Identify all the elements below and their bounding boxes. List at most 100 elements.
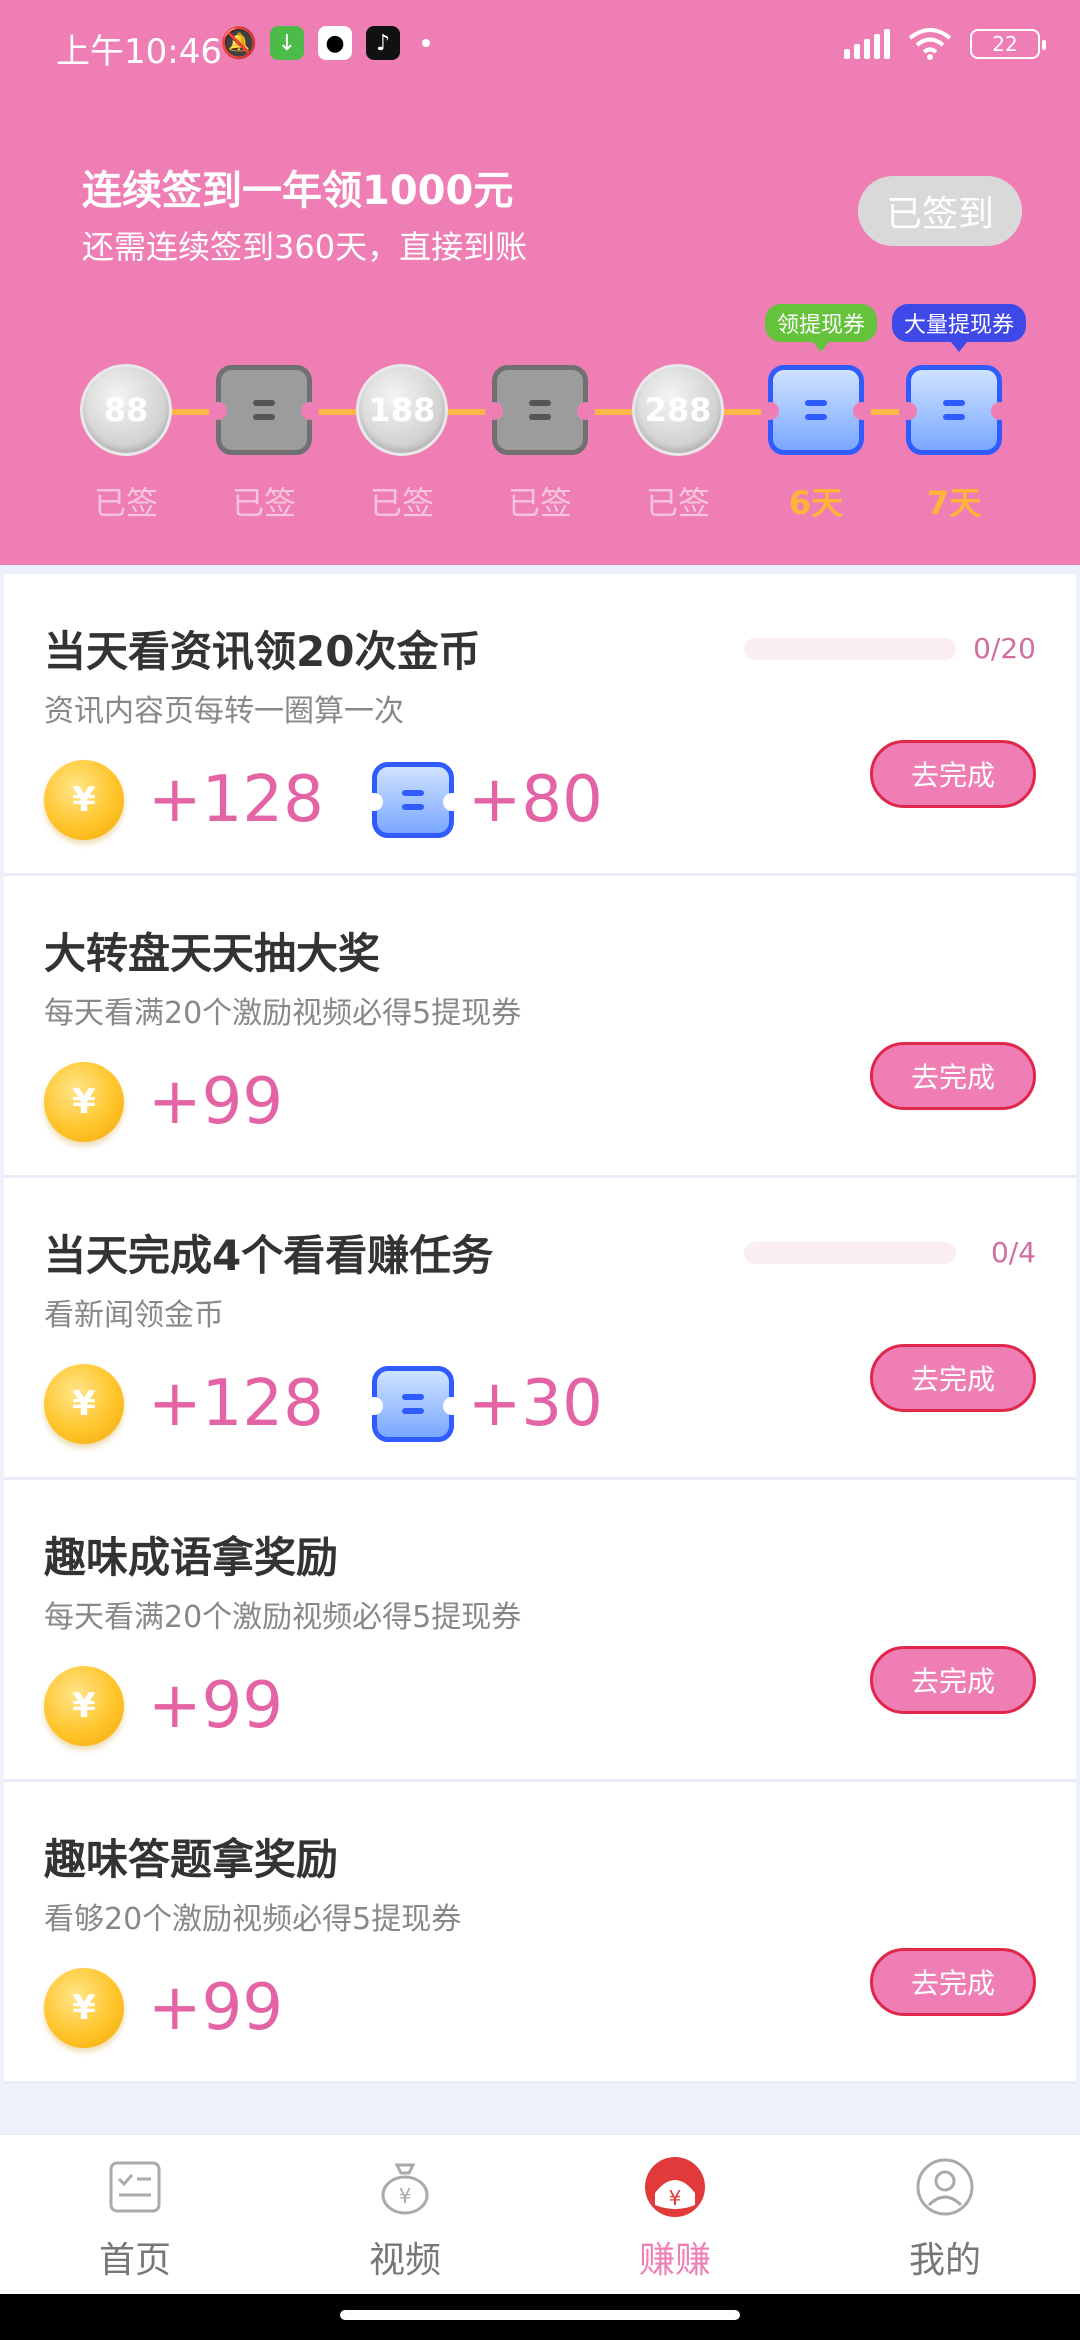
signin-header: 上午10:46 🔕 ↓ ● ♪ 22 连续签到一年领1000元 还需连续签到36… (0, 0, 1080, 565)
coin-reward-value: +99 (148, 1669, 284, 1743)
gold-coin-icon: ¥ (44, 760, 124, 840)
checkin-day-icon-wrap: 88 (78, 362, 174, 458)
ticket-icon (364, 762, 461, 838)
go-complete-button[interactable]: 去完成 (870, 1948, 1036, 2016)
checkin-day: 6天 (761, 362, 871, 524)
home-list-icon (101, 2153, 169, 2221)
nav-home[interactable]: 首页 (0, 2135, 270, 2294)
home-gesture-handle[interactable] (340, 2310, 740, 2320)
dot-icon (422, 39, 430, 47)
checkin-day-label: 已签 (369, 484, 434, 522)
task-description: 每天看满20个激励视频必得5提现券 (44, 996, 522, 1031)
checkin-day-icon-wrap (209, 362, 319, 458)
checkin-day: 188 已签 (354, 362, 450, 524)
task-progress-bar (744, 638, 956, 660)
task-title: 当天完成4个看看赚任务 (44, 1231, 494, 1280)
bulk-coupon-tag: 大量提现券 (892, 304, 1027, 352)
task-title: 当天看资讯领20次金币 (44, 627, 481, 676)
go-complete-button[interactable]: 去完成 (870, 1646, 1036, 1714)
task-description: 看够20个激励视频必得5提现券 (44, 1902, 462, 1937)
task-rewards: ¥ +128 +80 (44, 760, 603, 840)
task-rewards: ¥ +99 (44, 1062, 283, 1142)
task-description: 看新闻领金币 (44, 1298, 224, 1333)
go-complete-button[interactable]: 去完成 (870, 1344, 1036, 1412)
checkin-day: 7天 (899, 362, 1009, 524)
task-title: 大转盘天天抽大奖 (44, 929, 381, 978)
checkin-day-icon-wrap: 288 (630, 362, 726, 458)
signal-icon (844, 29, 890, 59)
gold-coin-icon: ¥ (44, 1968, 124, 2048)
task-progress-bar (744, 1242, 956, 1264)
coin-reward-value: +99 (148, 1065, 284, 1139)
nav-label: 首页 (98, 2240, 171, 2281)
ticket-reward-value: +30 (467, 1367, 603, 1441)
silver-coin-icon: 88 (80, 364, 172, 456)
bottom-nav: 首页 ¥ 视频 ¥ 赚赚 我的 (0, 2134, 1080, 2294)
nav-label: 视频 (368, 2240, 441, 2281)
task-row: 当天看资讯领20次金币 资讯内容页每转一圈算一次 0/20 ¥ +128 +80 去完成 (4, 574, 1076, 876)
checkin-day-icon-wrap: 188 (354, 362, 450, 458)
task-rewards: ¥ +99 (44, 1666, 283, 1746)
task-title: 趣味答题拿奖励 (44, 1835, 339, 1884)
wifi-icon (908, 28, 952, 60)
earn-icon: ¥ (641, 2153, 709, 2221)
nav-earn[interactable]: ¥ 赚赚 (540, 2135, 810, 2294)
checkin-day-label: 已签 (507, 484, 572, 522)
nav-video[interactable]: ¥ 视频 (270, 2135, 540, 2294)
gold-coin-icon: ¥ (44, 1666, 124, 1746)
task-row: 趣味答题拿奖励看够20个激励视频必得5提现券 ¥ +99 去完成 (4, 1782, 1076, 2084)
gold-coin-icon: ¥ (44, 1062, 124, 1142)
ticket-icon (364, 1366, 461, 1442)
task-rewards: ¥ +99 (44, 1968, 283, 2048)
task-list: 当天看资讯领20次金币 资讯内容页每转一圈算一次 0/20 ¥ +128 +80 去完成 大转… (4, 574, 1076, 2084)
ticket-icon (209, 365, 319, 455)
checkin-day-label: 7天 (926, 484, 982, 522)
checkin-day-label: 已签 (231, 484, 296, 522)
silver-coin-icon: 188 (356, 364, 448, 456)
notification-icons: 🔕 ↓ ● ♪ (220, 25, 430, 61)
status-right: 22 (844, 28, 1046, 60)
battery-level: 22 (992, 32, 1018, 56)
ticket-icon (761, 365, 871, 455)
task-row: 大转盘天天抽大奖每天看满20个激励视频必得5提现券 ¥ +99 去完成 (4, 876, 1076, 1178)
tiktok-icon: ♪ (366, 26, 400, 60)
money-bag-icon: ¥ (371, 2153, 439, 2221)
cash-coupon-tag: 领提现券 (765, 304, 878, 352)
signed-button[interactable]: 已签到 (858, 176, 1022, 246)
download-icon: ↓ (270, 26, 304, 60)
svg-text:¥: ¥ (669, 2186, 682, 2210)
task-row: 当天完成4个看看赚任务 看新闻领金币 0/4 ¥ +128 +30 去完成 (4, 1178, 1076, 1480)
qq-icon: ● (318, 26, 352, 60)
nav-label: 赚赚 (638, 2240, 711, 2281)
promo-title: 连续签到一年领1000元 (82, 168, 514, 214)
gold-coin-icon: ¥ (44, 1364, 124, 1444)
svg-text:¥: ¥ (399, 2184, 412, 2208)
bell-muted-icon: 🔕 (220, 25, 258, 61)
checkin-day: 288 已签 (630, 362, 726, 524)
checkin-day-label: 已签 (645, 484, 710, 522)
checkin-day-label: 已签 (93, 484, 158, 522)
nav-mine[interactable]: 我的 (810, 2135, 1080, 2294)
checkin-day: 已签 (485, 362, 595, 524)
checkin-day-label: 6天 (788, 484, 844, 522)
go-complete-button[interactable]: 去完成 (870, 1042, 1036, 1110)
checkin-day-icon-wrap (899, 362, 1009, 458)
ticket-reward-value: +80 (467, 763, 603, 837)
task-row: 趣味成语拿奖励每天看满20个激励视频必得5提现券 ¥ +99 去完成 (4, 1480, 1076, 1782)
task-rewards: ¥ +128 +30 (44, 1364, 603, 1444)
go-complete-button[interactable]: 去完成 (870, 740, 1036, 808)
coin-reward-value: +128 (148, 763, 324, 837)
checkin-day: 已签 (209, 362, 319, 524)
battery-icon: 22 (970, 29, 1046, 59)
task-title: 趣味成语拿奖励 (44, 1533, 339, 1582)
status-bar: 上午10:46 🔕 ↓ ● ♪ 22 (0, 0, 1080, 96)
promo-subtitle: 还需连续签到360天，直接到账 (82, 228, 528, 266)
task-description: 每天看满20个激励视频必得5提现券 (44, 1600, 522, 1635)
checkin-day: 88 已签 (78, 362, 174, 524)
task-progress-text: 0/20 (973, 632, 1036, 665)
silver-coin-icon: 288 (632, 364, 724, 456)
status-time: 上午10:46 (56, 32, 222, 72)
user-icon (911, 2153, 979, 2221)
gesture-bar (0, 2294, 1080, 2340)
coin-reward-value: +99 (148, 1971, 284, 2045)
